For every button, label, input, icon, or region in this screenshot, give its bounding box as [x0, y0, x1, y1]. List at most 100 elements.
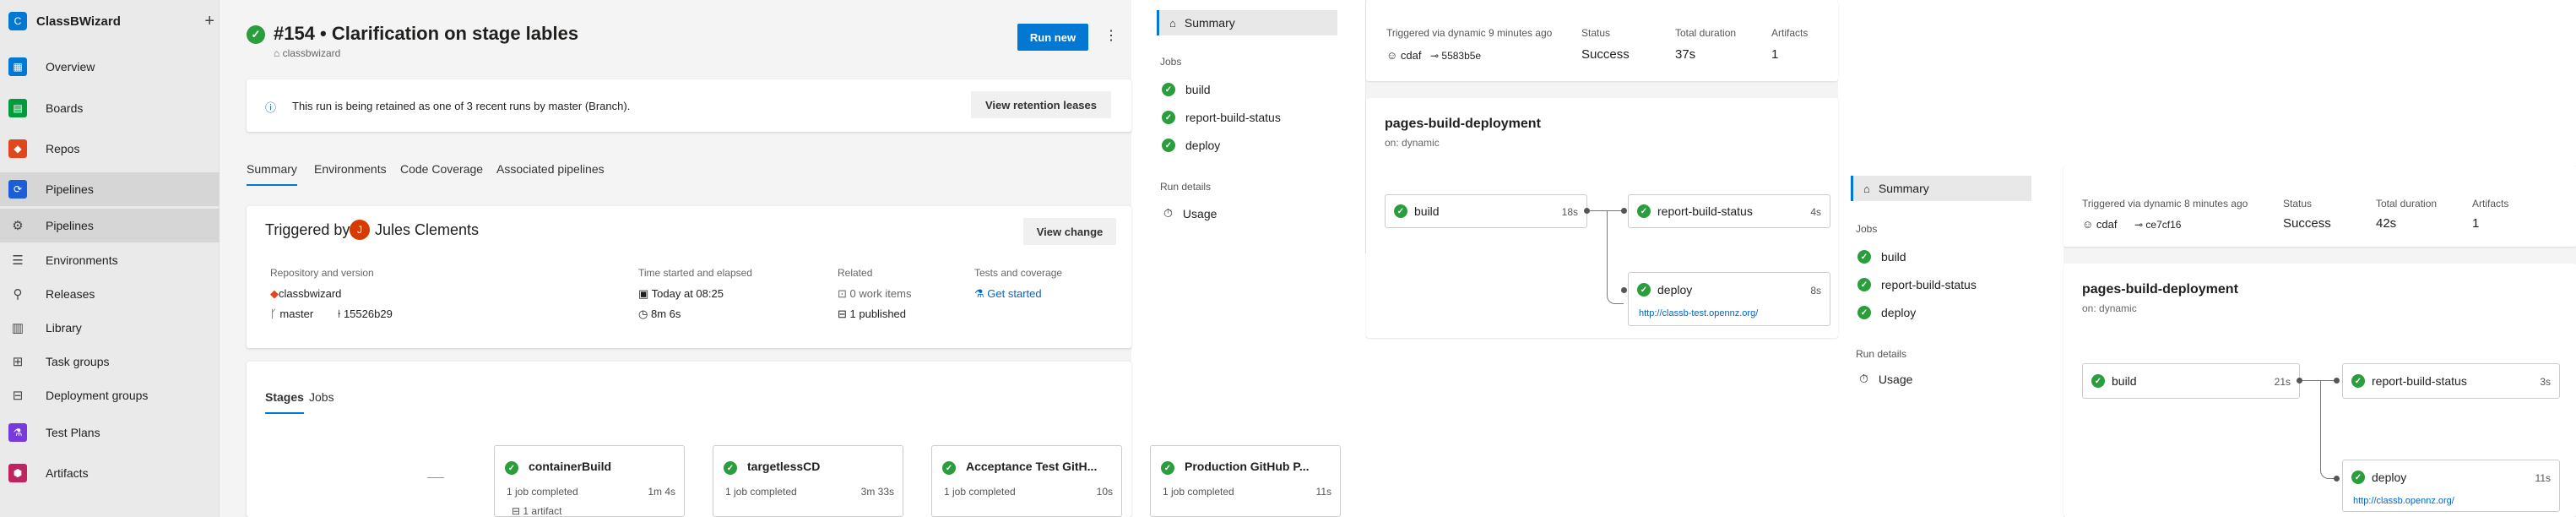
- stage-card[interactable]: ✓ Acceptance Test GitH... 1 job completed 1…: [931, 445, 1122, 517]
- sidebar-item-usage[interactable]: ⏱ Usage: [1859, 372, 1912, 386]
- deploy-url-link[interactable]: http://classb-test.opennz.org/: [1639, 308, 1758, 318]
- tab-stages[interactable]: Stages: [265, 390, 304, 414]
- job-report-build-status[interactable]: ✓ report-build-status 4s: [1628, 194, 1830, 228]
- stage-card[interactable]: ✓ Production GitHub P... 1 job completed 11…: [1150, 445, 1341, 517]
- run-user[interactable]: ☺ cdaf: [2082, 218, 2117, 231]
- commit-link[interactable]: ⍿ 15526b29: [338, 307, 393, 321]
- sidebar-job-deploy[interactable]: ✓ deploy: [1857, 306, 1916, 319]
- sidebar-item-pipelines[interactable]: ⟳ Pipelines: [0, 172, 220, 206]
- run-commit[interactable]: ⊸ 5583b5e: [1430, 50, 1481, 62]
- stage-card[interactable]: ✓ containerBuild 1 job completed 1m 4s ⊟ 1 a…: [494, 445, 685, 517]
- workflow-detail-2: Triggered via dynamic 8 minutes ago ☺ cd…: [2064, 166, 2576, 517]
- sidebar-item-label: Pipelines: [46, 219, 94, 232]
- graph-node: [2297, 378, 2302, 384]
- sidebar-item-deployment-groups[interactable]: ⊟ Deployment groups: [0, 378, 220, 412]
- sidebar-job-build[interactable]: ✓ build: [1857, 250, 1906, 264]
- triggered-by-user[interactable]: Jules Clements: [375, 221, 479, 239]
- plus-icon[interactable]: +: [204, 12, 214, 31]
- stage-duration: 11s: [1315, 486, 1331, 498]
- workflow-name: pages-build-deployment: [1385, 117, 1541, 131]
- sidebar-job-build[interactable]: ✓ build: [1162, 83, 1211, 96]
- user-avatar-icon: ☺: [1386, 49, 1401, 62]
- sidebar-item-test-plans[interactable]: ⚗ Test Plans: [0, 416, 220, 449]
- sidebar-item-releases[interactable]: ⚲ Releases: [0, 277, 220, 311]
- get-started-link[interactable]: ⚗ Get started: [974, 287, 1042, 301]
- run-user[interactable]: ☺ cdaf: [1386, 49, 1421, 62]
- success-icon: ✓: [724, 461, 737, 475]
- job-deploy[interactable]: ✓ deploy 8s http://classb-test.opennz.or…: [1628, 272, 1830, 326]
- sidebar-item-pipelines[interactable]: ⚙ Pipelines: [0, 209, 220, 242]
- artifact-icon: ⊟: [512, 505, 523, 517]
- job-build[interactable]: ✓ build 21s: [2082, 363, 2300, 399]
- elapsed-value: 8m 6s: [650, 307, 681, 320]
- tab-jobs[interactable]: Jobs: [309, 390, 334, 404]
- tab-environments[interactable]: Environments: [314, 162, 387, 176]
- sidebar-item-usage[interactable]: ⏱ Usage: [1163, 206, 1217, 220]
- job-deploy[interactable]: ✓ deploy 11s http://classb.opennz.org/: [2342, 460, 2560, 512]
- run-user-name: cdaf: [2096, 218, 2118, 231]
- sidebar-job-label: deploy: [1185, 139, 1221, 152]
- sidebar-job-report-build-status[interactable]: ✓ report-build-status: [1857, 278, 1977, 291]
- branch-link[interactable]: ᚴ master: [270, 307, 313, 320]
- more-options-icon[interactable]: ⋮: [1104, 27, 1118, 44]
- published-artifacts[interactable]: ⊟ 1 published: [838, 307, 906, 321]
- artifacts-icon: ⬢: [8, 464, 27, 482]
- run-info-card: Triggered via dynamic 9 minutes ago ☺ cd…: [1366, 0, 1838, 81]
- artifacts-value[interactable]: 1: [2472, 216, 2479, 231]
- run-new-button[interactable]: Run new: [1017, 24, 1088, 51]
- sidebar-item-overview[interactable]: ▦ Overview: [0, 50, 220, 84]
- success-icon: ✓: [942, 461, 956, 475]
- job-report-duration: 4s: [1810, 206, 1821, 218]
- run-commit-id: ce7cf16: [2145, 219, 2182, 231]
- workflow-graph-card: pages-build-deployment on: dynamic ✓ bui…: [2064, 264, 2576, 517]
- view-retention-leases-button[interactable]: View retention leases: [971, 91, 1111, 118]
- sidebar-item-summary[interactable]: ⌂ Summary: [1851, 176, 2031, 201]
- usage-label: Usage: [1878, 372, 1913, 386]
- stage-duration: 3m 33s: [860, 486, 894, 498]
- summary-label: Summary: [1878, 182, 1929, 195]
- tab-associated-pipelines[interactable]: Associated pipelines: [496, 162, 605, 176]
- artifacts-value[interactable]: 1: [1771, 47, 1778, 62]
- work-item-icon: ⊡: [838, 287, 850, 300]
- job-build-label: build: [2112, 374, 2137, 388]
- workflow-sidebar: ⌂ Summary Jobs ✓ build ✓ report-build-status…: [1147, 0, 1366, 253]
- duration-label: Total duration: [1675, 27, 1737, 39]
- sidebar-item-label: Overview: [46, 60, 95, 73]
- tab-summary[interactable]: Summary: [247, 162, 297, 186]
- stopwatch-icon: ⏱: [1163, 206, 1173, 220]
- sidebar-item-label: Test Plans: [46, 426, 100, 439]
- pipelines-sub-icon: ⚙: [12, 219, 24, 233]
- sidebar-item-library[interactable]: ▥ Library: [0, 311, 220, 345]
- sidebar-item-repos[interactable]: ◆ Repos: [0, 132, 220, 166]
- org-name[interactable]: ClassBWizard: [36, 14, 121, 29]
- sidebar-item-summary[interactable]: ⌂ Summary: [1157, 10, 1337, 35]
- sidebar-item-environments[interactable]: ☰ Environments: [0, 243, 220, 277]
- sidebar-job-deploy[interactable]: ✓ deploy: [1162, 139, 1220, 152]
- success-icon: ✓: [2351, 374, 2365, 388]
- tab-code-coverage[interactable]: Code Coverage: [400, 162, 483, 176]
- sidebar-item-task-groups[interactable]: ⊞ Task groups: [0, 345, 220, 378]
- org-badge: C: [8, 12, 27, 30]
- artifact-icon: ⊟: [838, 307, 850, 320]
- library-icon: ▥: [11, 321, 24, 335]
- job-build[interactable]: ✓ build 18s: [1385, 194, 1587, 228]
- sidebar-item-boards[interactable]: ▤ Boards: [0, 91, 220, 125]
- repo-link[interactable]: ◆classbwizard: [270, 287, 341, 301]
- view-change-button[interactable]: View change: [1023, 218, 1116, 245]
- stage-jobs: 1 job completed: [1163, 486, 1234, 498]
- get-started-label: Get started: [987, 287, 1042, 300]
- sidebar-job-report-build-status[interactable]: ✓ report-build-status: [1162, 111, 1281, 124]
- sidebar-item-artifacts[interactable]: ⬢ Artifacts: [0, 456, 220, 490]
- repo-subtitle[interactable]: ⌂ classbwizard: [274, 47, 340, 59]
- deploy-url-link[interactable]: http://classb.opennz.org/: [2353, 496, 2454, 506]
- org-header[interactable]: C ClassBWizard +: [8, 8, 214, 34]
- sidebar-item-label: Repos: [46, 142, 80, 155]
- stage-artifact[interactable]: ⊟ 1 artifact: [512, 505, 561, 517]
- job-report-build-status[interactable]: ✓ report-build-status 3s: [2342, 363, 2560, 399]
- banner-text: This run is being retained as one of 3 r…: [292, 100, 631, 112]
- time-label: Time started and elapsed: [638, 267, 752, 279]
- stage-card[interactable]: ✓ targetlessCD 1 job completed 3m 33s: [713, 445, 903, 517]
- work-items[interactable]: ⊡ 0 work items: [838, 287, 911, 301]
- job-deploy-label: deploy: [1657, 283, 1693, 297]
- run-commit[interactable]: ⊸ ce7cf16: [2134, 219, 2181, 231]
